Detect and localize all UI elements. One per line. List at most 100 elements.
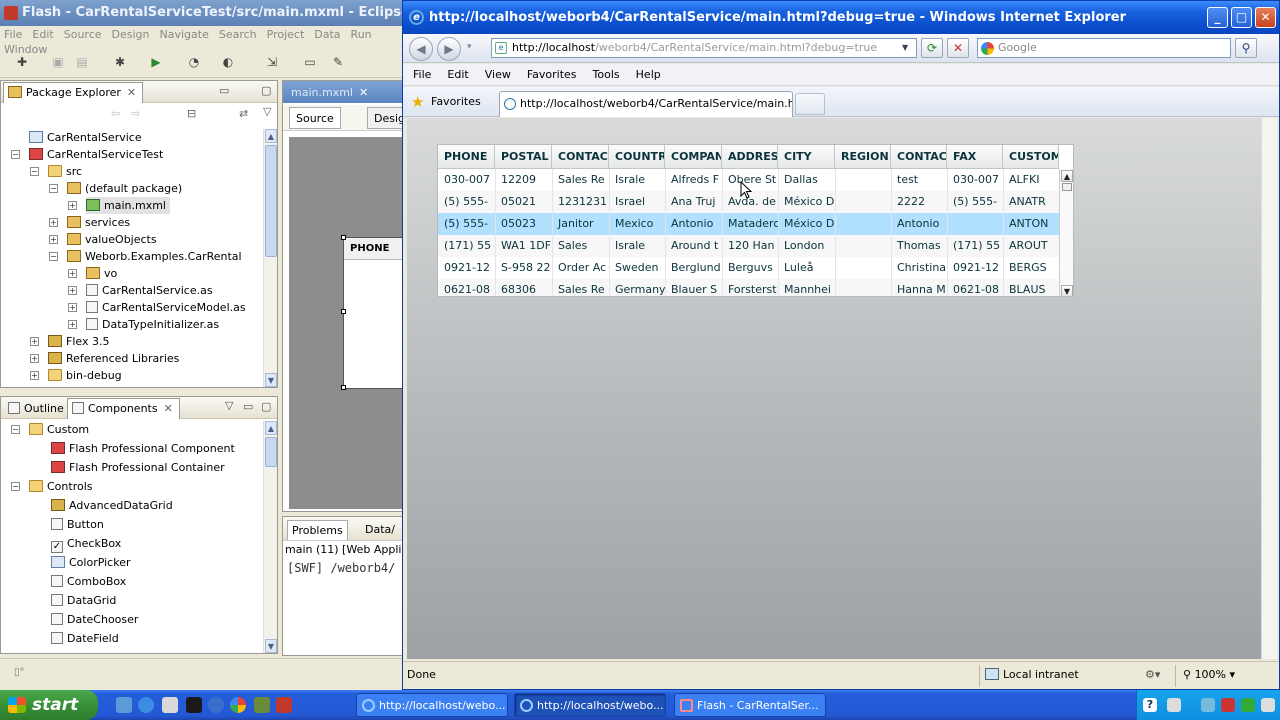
tree-item-datatypeinitializer-as[interactable]: DataTypeInitializer.as xyxy=(86,316,219,333)
close-button[interactable]: ✕ xyxy=(1255,7,1276,28)
expand-toggle-icon[interactable]: + xyxy=(68,201,77,210)
column-header-country[interactable]: COUNTR xyxy=(609,145,665,169)
component-colorpicker[interactable]: ColorPicker xyxy=(51,554,130,571)
print-icon[interactable]: ▤ xyxy=(74,54,90,70)
datagrid-scrollbar[interactable]: ▲ ▼ xyxy=(1059,169,1073,296)
tree-item-carrentalservicetest[interactable]: CarRentalServiceTest xyxy=(29,146,163,163)
quicklaunch-ie-icon[interactable] xyxy=(138,697,154,713)
minimize-icon[interactable]: ▭ xyxy=(219,84,229,97)
collapse-toggle-icon[interactable]: − xyxy=(11,425,20,434)
table-row[interactable]: 0621-08 68306 Sales Re Germany Blauer S Forst… xyxy=(438,279,1059,296)
column-header-fax[interactable]: FAX xyxy=(947,145,1003,169)
component-group-custom[interactable]: Custom xyxy=(29,421,89,438)
component-flash-professional-component[interactable]: Flash Professional Component xyxy=(51,440,235,457)
forward-button[interactable]: ▶ xyxy=(437,37,461,61)
tree-item-main-mxml[interactable]: main.mxml xyxy=(86,197,170,214)
collapse-all-icon[interactable]: ⊟ xyxy=(187,107,196,120)
quicklaunch-browser-icon[interactable] xyxy=(116,697,132,713)
collapse-toggle-icon[interactable]: − xyxy=(30,167,39,176)
tab-outline[interactable]: Outline xyxy=(3,398,71,419)
save-icon[interactable]: ▣ xyxy=(50,54,66,70)
eclipse-menu-source[interactable]: Source xyxy=(60,26,108,41)
expand-toggle-icon[interactable]: + xyxy=(30,337,39,346)
components-scrollbar[interactable]: ▲ ▼ xyxy=(263,421,277,653)
expand-toggle-icon[interactable]: + xyxy=(30,371,39,380)
eclipse-menu-file[interactable]: File xyxy=(0,26,28,41)
pencil-icon[interactable]: ✎ xyxy=(330,54,346,70)
eclipse-menu-navigate[interactable]: Navigate xyxy=(156,26,215,41)
search-input[interactable]: Google xyxy=(977,38,1231,58)
expand-toggle-icon[interactable]: + xyxy=(68,286,77,295)
fast-view-icon[interactable]: ▯° xyxy=(14,667,25,678)
resize-handle[interactable] xyxy=(341,309,346,314)
table-row[interactable]: (171) 55 WA1 1DF Sales Israle Around t 120 Ha… xyxy=(438,235,1059,257)
column-header-phone[interactable]: PHONE xyxy=(438,145,495,169)
back-arrow-icon[interactable]: ⇦ xyxy=(111,107,120,120)
taskbar-item-ie-2[interactable]: http://localhost/webo... xyxy=(514,693,666,717)
tab-problems[interactable]: Problems xyxy=(287,520,348,540)
protected-mode-icon[interactable]: ⚙▾ xyxy=(1145,668,1160,681)
close-icon[interactable]: ✕ xyxy=(359,86,368,99)
view-menu-icon[interactable]: ▽ xyxy=(263,105,271,118)
eclipse-menu-project[interactable]: Project xyxy=(263,26,311,41)
package-explorer-scrollbar[interactable]: ▲ ▼ xyxy=(263,129,277,387)
back-button[interactable]: ◀ xyxy=(409,37,433,61)
close-icon[interactable]: ✕ xyxy=(127,86,136,99)
tree-item-weborb-examples-carrental[interactable]: Weborb.Examples.CarRental xyxy=(67,248,242,265)
start-button[interactable]: start xyxy=(0,690,98,720)
component-advanceddatagrid[interactable]: AdvancedDataGrid xyxy=(51,497,173,514)
tree-item-vo[interactable]: vo xyxy=(86,265,117,282)
ie-menu-view[interactable]: View xyxy=(475,64,517,81)
source-mode-button[interactable]: Source xyxy=(289,107,341,129)
tree-item-default-package[interactable]: (default package) xyxy=(67,180,182,197)
tray-security-icon[interactable] xyxy=(1221,698,1235,712)
eclipse-menu-run[interactable]: Run xyxy=(347,26,378,41)
eclipse-menu-data[interactable]: Data xyxy=(310,26,346,41)
quicklaunch-flash-icon[interactable] xyxy=(186,697,202,713)
scroll-down-icon[interactable]: ▼ xyxy=(265,639,277,653)
collapse-toggle-icon[interactable]: − xyxy=(49,184,58,193)
url-input[interactable]: e http://localhost/weborb4/CarRentalServ… xyxy=(491,38,917,58)
tree-item-carrentalservice[interactable]: CarRentalService xyxy=(29,129,142,146)
search-icon[interactable]: ⚲ xyxy=(1235,38,1257,58)
taskbar-item-eclipse[interactable]: Flash - CarRentalSer... xyxy=(674,693,826,717)
quicklaunch-chrome-icon[interactable] xyxy=(230,697,246,713)
scroll-up-icon[interactable]: ▲ xyxy=(265,129,277,143)
expand-toggle-icon[interactable]: + xyxy=(68,269,77,278)
collapse-toggle-icon[interactable]: − xyxy=(11,150,20,159)
resize-handle[interactable] xyxy=(341,385,346,390)
column-header-address[interactable]: ADDRES xyxy=(722,145,778,169)
collapse-toggle-icon[interactable]: − xyxy=(11,482,20,491)
ie-menu-favorites[interactable]: Favorites xyxy=(517,64,583,81)
eclipse-menu-search[interactable]: Search xyxy=(215,26,263,41)
volume-icon[interactable] xyxy=(1261,698,1275,712)
customers-datagrid[interactable]: PHONE POSTAL CONTAC COUNTR COMPAN ADDRES… xyxy=(437,144,1074,297)
open-folder-icon[interactable]: ▭ xyxy=(302,54,318,70)
favorites-button[interactable]: ★ Favorites xyxy=(409,92,481,112)
ie-menu-tools[interactable]: Tools xyxy=(583,64,626,81)
quicklaunch-explorer-icon[interactable] xyxy=(162,697,178,713)
help-icon[interactable]: ? xyxy=(1143,698,1157,712)
tree-item-src[interactable]: src xyxy=(48,163,82,180)
maximize-button[interactable]: □ xyxy=(1231,7,1252,28)
expand-toggle-icon[interactable]: + xyxy=(49,218,58,227)
table-row[interactable]: (5) 555- 05023 Janitor Mexico Antonio Matader… xyxy=(438,213,1059,235)
close-icon[interactable]: ✕ xyxy=(164,402,173,415)
expand-toggle-icon[interactable]: + xyxy=(30,354,39,363)
quicklaunch-app-icon[interactable] xyxy=(254,697,270,713)
open-type-icon[interactable]: ⇲ xyxy=(264,54,280,70)
expand-toggle-icon[interactable]: + xyxy=(49,235,58,244)
new-tab-button[interactable] xyxy=(795,93,825,115)
component-checkbox[interactable]: ✓ CheckBox xyxy=(51,535,121,553)
external-tools-icon[interactable]: ◐ xyxy=(220,54,236,70)
security-zone[interactable]: Local intranet xyxy=(985,668,1079,681)
tab-components[interactable]: Components ✕ xyxy=(67,398,180,419)
quicklaunch-media-icon[interactable] xyxy=(208,697,224,713)
tab-package-explorer[interactable]: Package Explorer ✕ xyxy=(3,82,144,103)
scroll-down-icon[interactable]: ▼ xyxy=(265,373,277,387)
tree-item-carrentalservicemodel-as[interactable]: CarRentalServiceModel.as xyxy=(86,299,246,316)
column-header-customer-id[interactable]: CUSTOM xyxy=(1003,145,1059,169)
component-combobox[interactable]: ComboBox xyxy=(51,573,126,590)
ie-menu-help[interactable]: Help xyxy=(626,64,667,81)
run-icon[interactable]: ▶ xyxy=(148,54,164,70)
